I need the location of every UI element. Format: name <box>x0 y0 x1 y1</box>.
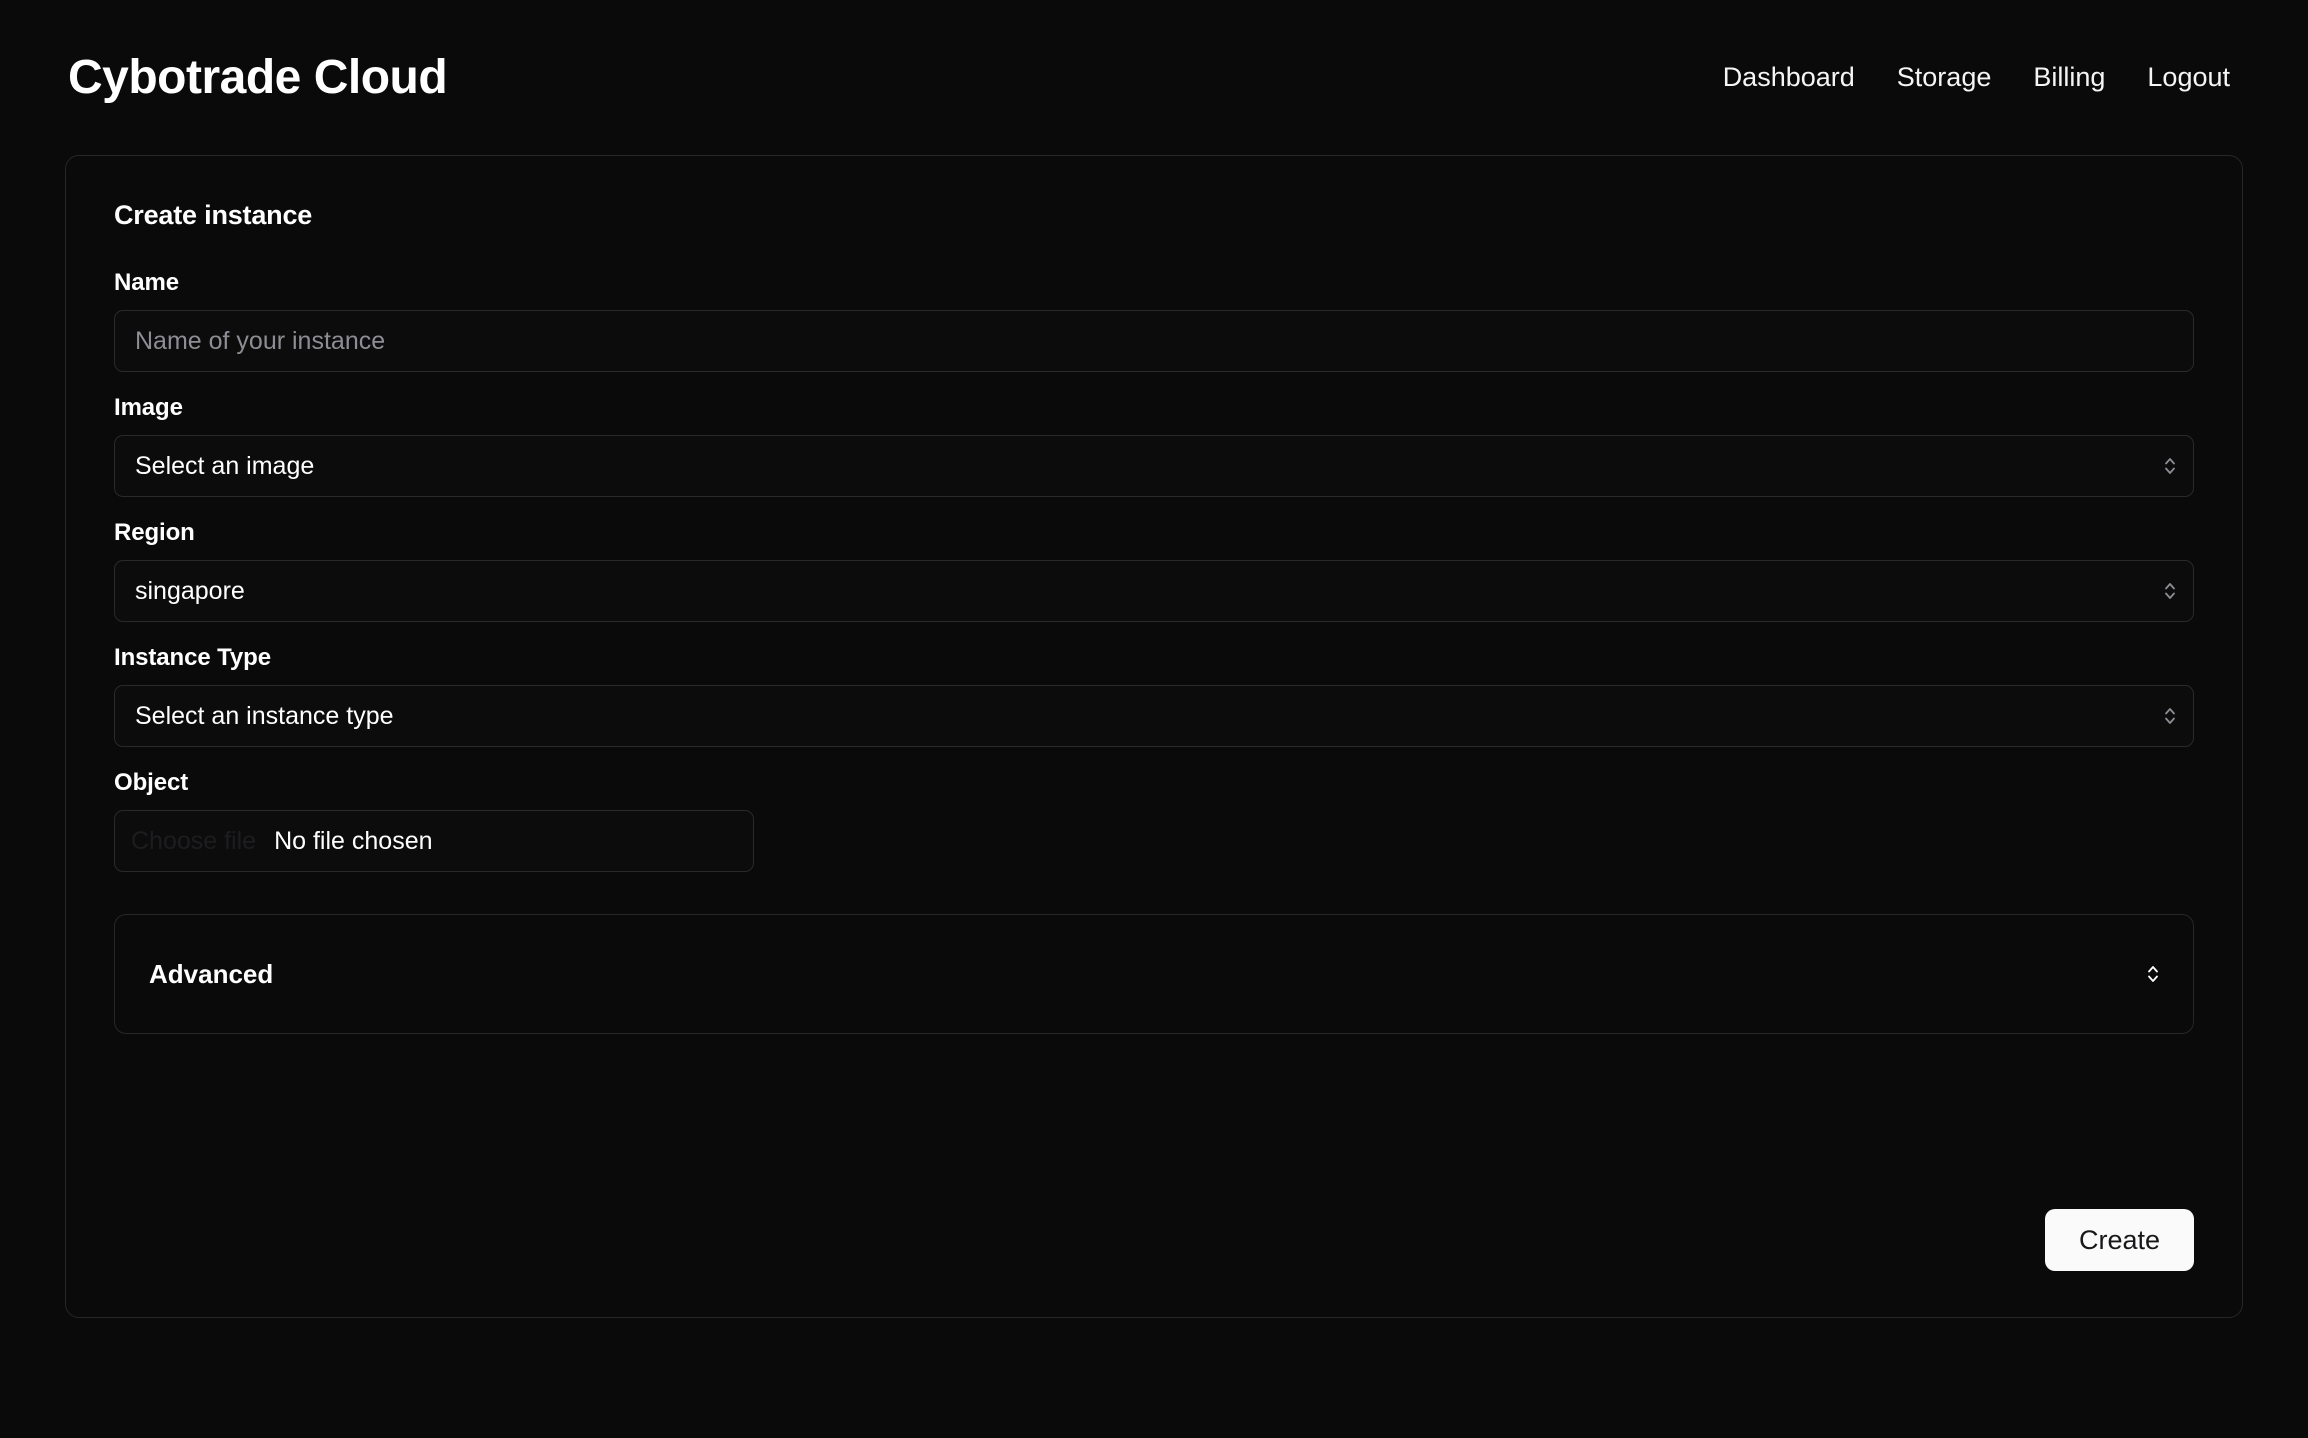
nav-link-billing[interactable]: Billing <box>2033 62 2105 93</box>
region-select-wrapper: singapore <box>114 560 2194 622</box>
field-region: Region singapore <box>114 519 2194 622</box>
label-region: Region <box>114 519 195 546</box>
app-title: Cybotrade Cloud <box>68 51 448 104</box>
instance-type-select-wrapper: Select an instance type <box>114 685 2194 747</box>
create-instance-card: Create instance Name Image Select an ima… <box>65 155 2243 1318</box>
field-image: Image Select an image <box>114 394 2194 497</box>
advanced-label: Advanced <box>149 958 274 989</box>
region-select[interactable]: singapore <box>114 560 2194 622</box>
main-navigation: Dashboard Storage Billing Logout <box>1723 62 2240 93</box>
advanced-section-toggle[interactable]: Advanced <box>114 914 2194 1034</box>
name-input[interactable] <box>114 310 2194 372</box>
label-instance-type: Instance Type <box>114 644 271 671</box>
choose-file-button[interactable]: Choose file <box>131 827 274 856</box>
object-file-input[interactable]: Choose file No file chosen <box>114 810 754 872</box>
label-object: Object <box>114 769 189 796</box>
create-button[interactable]: Create <box>2044 1209 2194 1271</box>
nav-link-storage[interactable]: Storage <box>1897 62 1992 93</box>
page-title: Create instance <box>114 200 313 230</box>
field-name: Name <box>114 269 2194 372</box>
file-status-text: No file chosen <box>274 826 433 855</box>
label-name: Name <box>114 269 179 296</box>
instance-type-select[interactable]: Select an instance type <box>114 685 2194 747</box>
image-select[interactable]: Select an image <box>114 435 2194 497</box>
nav-link-dashboard[interactable]: Dashboard <box>1723 62 1855 93</box>
field-object: Object Choose file No file chosen <box>114 769 2194 872</box>
app-header: Cybotrade Cloud Dashboard Storage Billin… <box>0 0 2308 155</box>
field-instance-type: Instance Type Select an instance type <box>114 644 2194 747</box>
main-content: Create instance Name Image Select an ima… <box>0 155 2308 1318</box>
image-select-wrapper: Select an image <box>114 435 2194 497</box>
card-footer: Create <box>2044 1209 2194 1271</box>
label-image: Image <box>114 394 183 421</box>
nav-link-logout[interactable]: Logout <box>2147 62 2230 93</box>
chevron-up-down-icon <box>2145 961 2161 987</box>
